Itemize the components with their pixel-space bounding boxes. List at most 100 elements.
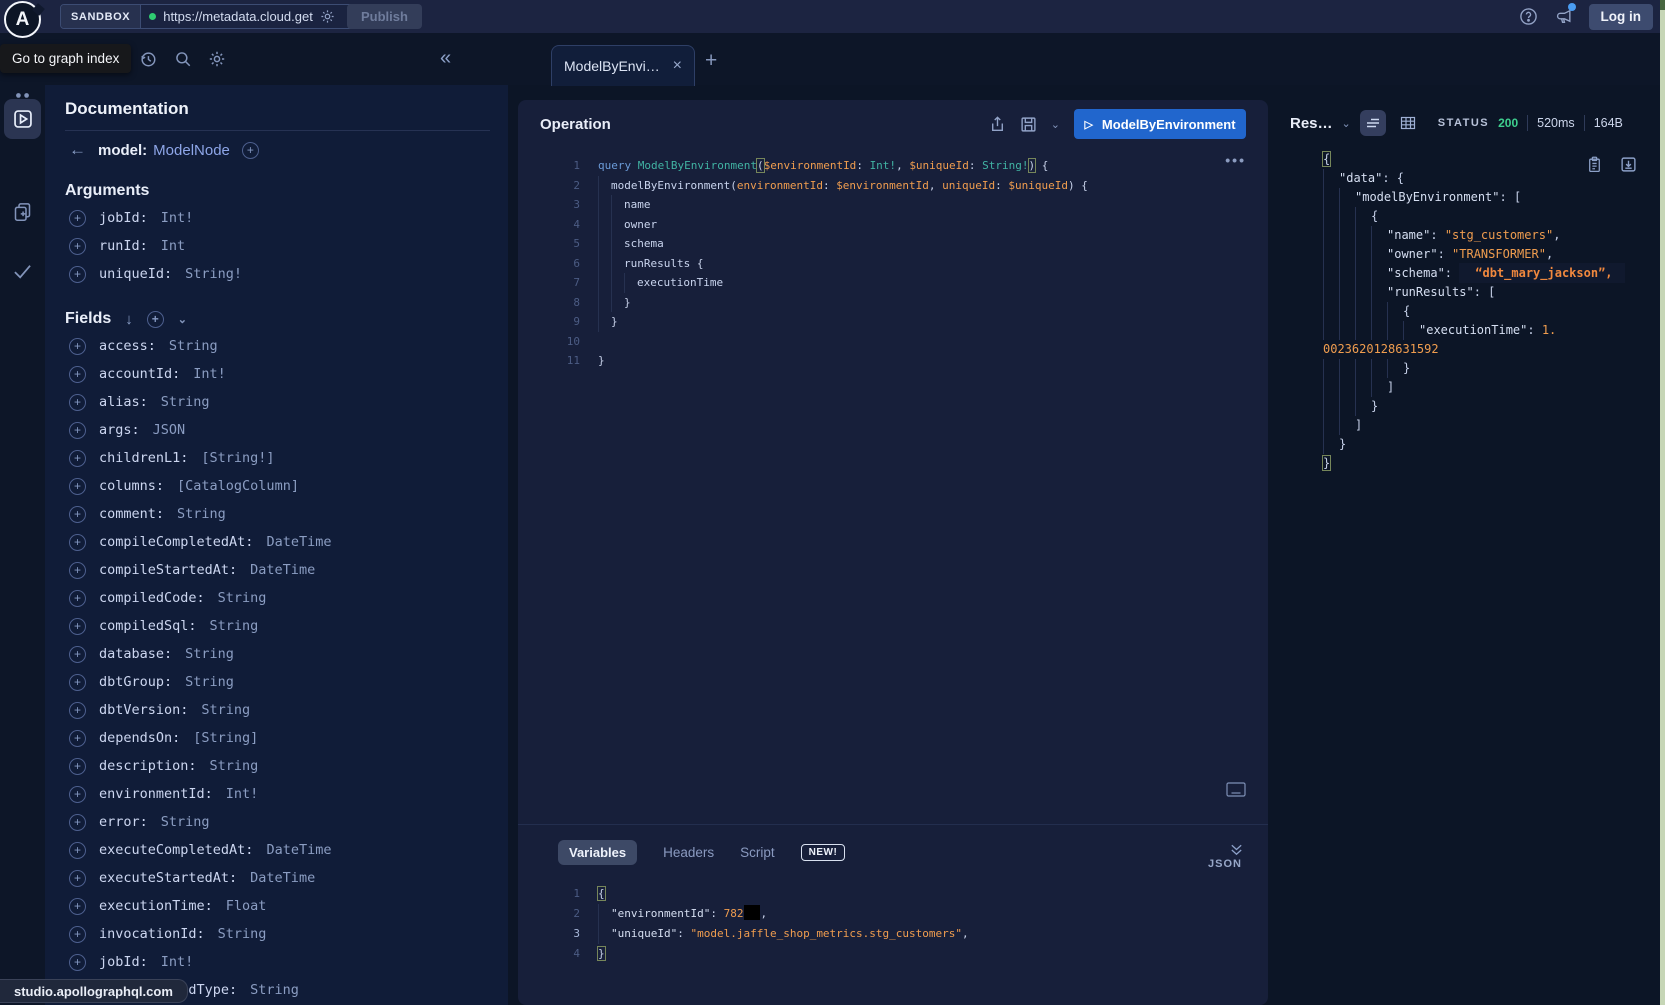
operation-code-line[interactable]: 10 (518, 332, 1268, 352)
add-to-query-button[interactable]: + (69, 870, 86, 887)
field-name[interactable]: executeStartedAt: (99, 870, 237, 886)
tab-variables[interactable]: Variables (558, 840, 637, 865)
back-arrow-icon[interactable]: ← (69, 140, 86, 160)
add-to-query-button[interactable]: + (69, 646, 86, 663)
field-type[interactable]: Int! (226, 786, 259, 802)
keyboard-shortcuts-icon[interactable] (1226, 782, 1246, 797)
breadcrumb-type-link[interactable]: ModelNode (153, 142, 230, 159)
sort-fields-icon[interactable]: ↓ (125, 311, 133, 328)
add-to-query-button[interactable]: + (69, 618, 86, 635)
share-icon[interactable] (989, 116, 1006, 133)
collapse-panel-icon[interactable]: « (440, 47, 451, 70)
add-to-query-button[interactable]: + (69, 478, 86, 495)
field-name[interactable]: executionTime: (99, 898, 213, 914)
field-type[interactable]: Int! (193, 366, 226, 382)
field-type[interactable]: String (201, 702, 250, 718)
help-icon[interactable] (1519, 7, 1538, 26)
add-to-query-button[interactable]: + (69, 926, 86, 943)
add-fields-button[interactable]: + (147, 311, 164, 328)
field-type[interactable]: String (185, 646, 234, 662)
field-name[interactable]: alias: (99, 394, 148, 410)
settings-gear-icon[interactable] (208, 50, 226, 68)
operation-code-line[interactable]: 3name (518, 195, 1268, 215)
field-type[interactable]: DateTime (250, 870, 315, 886)
add-all-fields-button[interactable]: + (242, 142, 259, 159)
save-icon[interactable] (1020, 116, 1037, 133)
add-to-query-button[interactable]: + (69, 450, 86, 467)
field-type[interactable]: String (218, 926, 267, 942)
variables-code-line[interactable]: 4} (518, 944, 1268, 964)
add-to-query-button[interactable]: + (69, 366, 86, 383)
field-name[interactable]: args: (99, 422, 140, 438)
add-to-query-button[interactable]: + (69, 674, 86, 691)
field-name[interactable]: compileStartedAt: (99, 562, 237, 578)
field-type[interactable]: String (218, 590, 267, 606)
field-type[interactable]: String (169, 338, 218, 354)
variables-code-line[interactable]: 1{ (518, 884, 1268, 904)
variables-code-line[interactable]: 3"uniqueId": "model.jaffle_shop_metrics.… (518, 924, 1268, 944)
operation-code-line[interactable]: 5schema (518, 234, 1268, 254)
field-name[interactable]: columns: (99, 478, 164, 494)
field-type[interactable]: String (161, 814, 210, 830)
argument-name[interactable]: runId: (99, 238, 148, 254)
add-to-query-button[interactable]: + (69, 898, 86, 915)
field-name[interactable]: jobId: (99, 954, 148, 970)
apollo-logo[interactable]: A (4, 1, 41, 38)
field-name[interactable]: compileCompletedAt: (99, 534, 253, 550)
operation-code-line[interactable]: 4owner (518, 215, 1268, 235)
operation-collections-icon[interactable] (12, 201, 33, 222)
publish-button[interactable]: Publish (347, 4, 422, 29)
field-name[interactable]: access: (99, 338, 156, 354)
endpoint-settings-gear-icon[interactable] (320, 9, 335, 24)
argument-type[interactable]: Int (161, 238, 185, 254)
add-to-query-button[interactable]: + (69, 730, 86, 747)
tab-script[interactable]: Script (740, 845, 775, 860)
response-dropdown-chevron-icon[interactable]: ⌄ (1342, 117, 1351, 130)
tab-headers[interactable]: Headers (663, 845, 714, 860)
argument-type[interactable]: String! (185, 266, 242, 282)
field-type[interactable]: String (177, 506, 226, 522)
operation-code-line[interactable]: 2modelByEnvironment(environmentId: $envi… (518, 176, 1268, 196)
operation-code-line[interactable]: 11} (518, 351, 1268, 371)
save-dropdown-chevron-icon[interactable]: ⌄ (1051, 118, 1060, 131)
add-to-query-button[interactable]: + (69, 590, 86, 607)
operation-code-line[interactable]: 6runResults { (518, 254, 1268, 274)
add-to-query-button[interactable]: + (69, 394, 86, 411)
field-type[interactable]: Float (226, 898, 267, 914)
field-name[interactable]: dbtGroup: (99, 674, 172, 690)
field-name[interactable]: invocationId: (99, 926, 205, 942)
field-name[interactable]: childrenL1: (99, 450, 188, 466)
add-to-query-button[interactable]: + (69, 562, 86, 579)
add-to-query-button[interactable]: + (69, 338, 86, 355)
field-name[interactable]: dependsOn: (99, 730, 180, 746)
response-table-view-button[interactable] (1395, 110, 1421, 136)
run-operation-button[interactable]: ▷ ModelByEnvironment (1074, 109, 1246, 139)
operation-tab[interactable]: ModelByEnvi… × (551, 45, 695, 86)
field-type[interactable]: JSON (153, 422, 186, 438)
add-to-query-button[interactable]: + (69, 954, 86, 971)
operation-code-line[interactable]: 8} (518, 293, 1268, 313)
endpoint-url-box[interactable]: https://metadata.cloud.get (141, 5, 356, 28)
new-tab-button[interactable]: + (705, 49, 717, 73)
add-to-query-button[interactable]: + (69, 210, 86, 227)
field-name[interactable]: compiledSql: (99, 618, 197, 634)
add-to-query-button[interactable]: + (69, 266, 86, 283)
field-name[interactable]: compiledCode: (99, 590, 205, 606)
add-to-query-button[interactable]: + (69, 506, 86, 523)
add-to-query-button[interactable]: + (69, 758, 86, 775)
field-type[interactable]: [CatalogColumn] (177, 478, 299, 494)
add-to-query-button[interactable]: + (69, 422, 86, 439)
history-icon[interactable] (139, 50, 157, 68)
field-name[interactable]: environmentId: (99, 786, 213, 802)
argument-name[interactable]: jobId: (99, 210, 148, 226)
field-type[interactable]: [String] (193, 730, 258, 746)
field-name[interactable]: description: (99, 758, 197, 774)
field-name[interactable]: dbtVersion: (99, 702, 188, 718)
checklist-icon[interactable] (12, 261, 33, 282)
field-type[interactable]: Int! (161, 954, 194, 970)
field-name[interactable]: accountId: (99, 366, 180, 382)
add-to-query-button[interactable]: + (69, 842, 86, 859)
operation-editor[interactable]: 1query ModelByEnvironment($environmentId… (518, 156, 1268, 371)
field-type[interactable]: [String!] (201, 450, 274, 466)
field-type[interactable]: DateTime (266, 842, 331, 858)
